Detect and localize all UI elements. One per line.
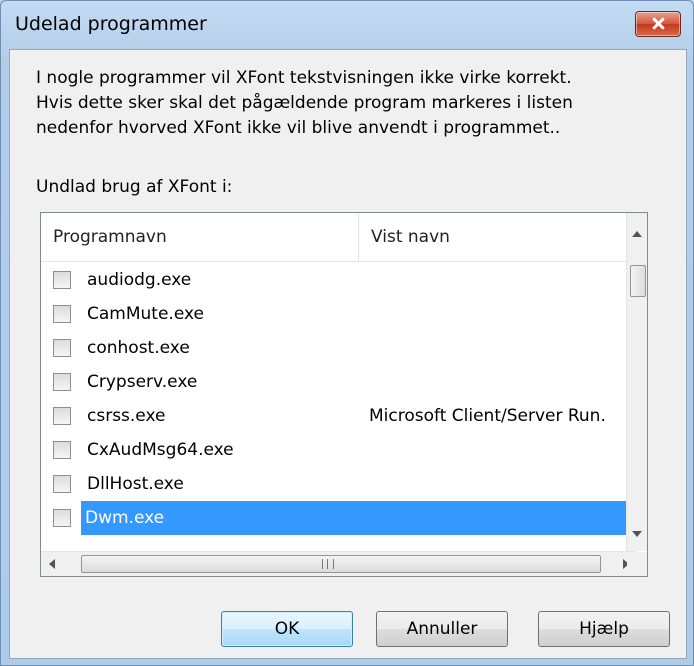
list-item[interactable]: CamMute.exe: [41, 297, 637, 331]
list-item[interactable]: audiodg.exe: [41, 263, 637, 297]
description-line: Hvis dette sker skal det pågældende prog…: [36, 93, 573, 113]
description-line: nedenfor hvorved XFont ikke vil blive an…: [36, 118, 561, 138]
row-checkbox[interactable]: [53, 339, 71, 357]
row-checkbox[interactable]: [53, 373, 71, 391]
horizontal-scrollbar[interactable]: [41, 551, 637, 576]
list-item[interactable]: csrss.exe Microsoft Client/Server Run.: [41, 399, 637, 433]
scroll-up-arrow-icon[interactable]: [632, 231, 642, 237]
dialog-window: Udelad programmer I nogle programmer vil…: [0, 0, 694, 666]
display-name: [369, 467, 639, 501]
dialog-body: I nogle programmer vil XFont tekstvisnin…: [9, 49, 687, 659]
row-checkbox[interactable]: [53, 475, 71, 493]
list-item-selected[interactable]: Dwm.exe: [41, 501, 637, 535]
program-name: Crypserv.exe: [87, 372, 198, 392]
list-item[interactable]: CxAudMsg64.exe: [41, 433, 637, 467]
window-title: Udelad programmer: [15, 13, 207, 35]
close-button[interactable]: [635, 11, 681, 37]
display-name: Microsoft Client/Server Run.: [369, 406, 606, 426]
display-name: [369, 297, 639, 331]
vertical-scroll-thumb[interactable]: [630, 265, 646, 297]
program-list[interactable]: Programnavn Vist navn audiodg.exe CamMut…: [40, 212, 648, 577]
display-name: [369, 365, 639, 399]
grip-icon: [322, 559, 334, 569]
row-checkbox[interactable]: [53, 407, 71, 425]
scroll-left-arrow-icon[interactable]: [49, 559, 55, 569]
program-name: audiodg.exe: [87, 270, 192, 290]
description-text: I nogle programmer vil XFont tekstvisnin…: [36, 66, 666, 141]
row-checkbox[interactable]: [53, 509, 71, 527]
scrollbar-corner: [627, 552, 647, 576]
column-header-vist-navn[interactable]: Vist navn: [359, 213, 637, 261]
program-name: csrss.exe: [87, 406, 166, 426]
cancel-button[interactable]: Annuller: [376, 611, 508, 647]
row-checkbox[interactable]: [53, 271, 71, 289]
vertical-scrollbar[interactable]: [626, 213, 647, 551]
list-header: Programnavn Vist navn: [41, 213, 637, 262]
program-name: CamMute.exe: [87, 304, 204, 324]
list-label: Undlad brug af XFont i:: [36, 177, 233, 197]
horizontal-scroll-thumb[interactable]: [81, 555, 601, 573]
program-name: DllHost.exe: [87, 474, 184, 494]
help-button[interactable]: Hjælp: [538, 611, 670, 647]
program-name: conhost.exe: [87, 338, 190, 358]
list-item[interactable]: conhost.exe: [41, 331, 637, 365]
column-header-programnavn[interactable]: Programnavn: [41, 213, 359, 261]
title-bar: Udelad programmer: [1, 1, 693, 49]
row-checkbox[interactable]: [53, 305, 71, 323]
display-name: [369, 331, 639, 365]
display-name: [369, 501, 639, 535]
list-item[interactable]: Crypserv.exe: [41, 365, 637, 399]
row-checkbox[interactable]: [53, 441, 71, 459]
scroll-down-arrow-icon[interactable]: [632, 531, 642, 537]
ok-button[interactable]: OK: [221, 611, 353, 647]
program-name: CxAudMsg64.exe: [87, 440, 234, 460]
description-line: I nogle programmer vil XFont tekstvisnin…: [36, 68, 572, 88]
list-item[interactable]: DllHost.exe: [41, 467, 637, 501]
display-name: [369, 263, 639, 297]
display-name: [369, 433, 639, 467]
